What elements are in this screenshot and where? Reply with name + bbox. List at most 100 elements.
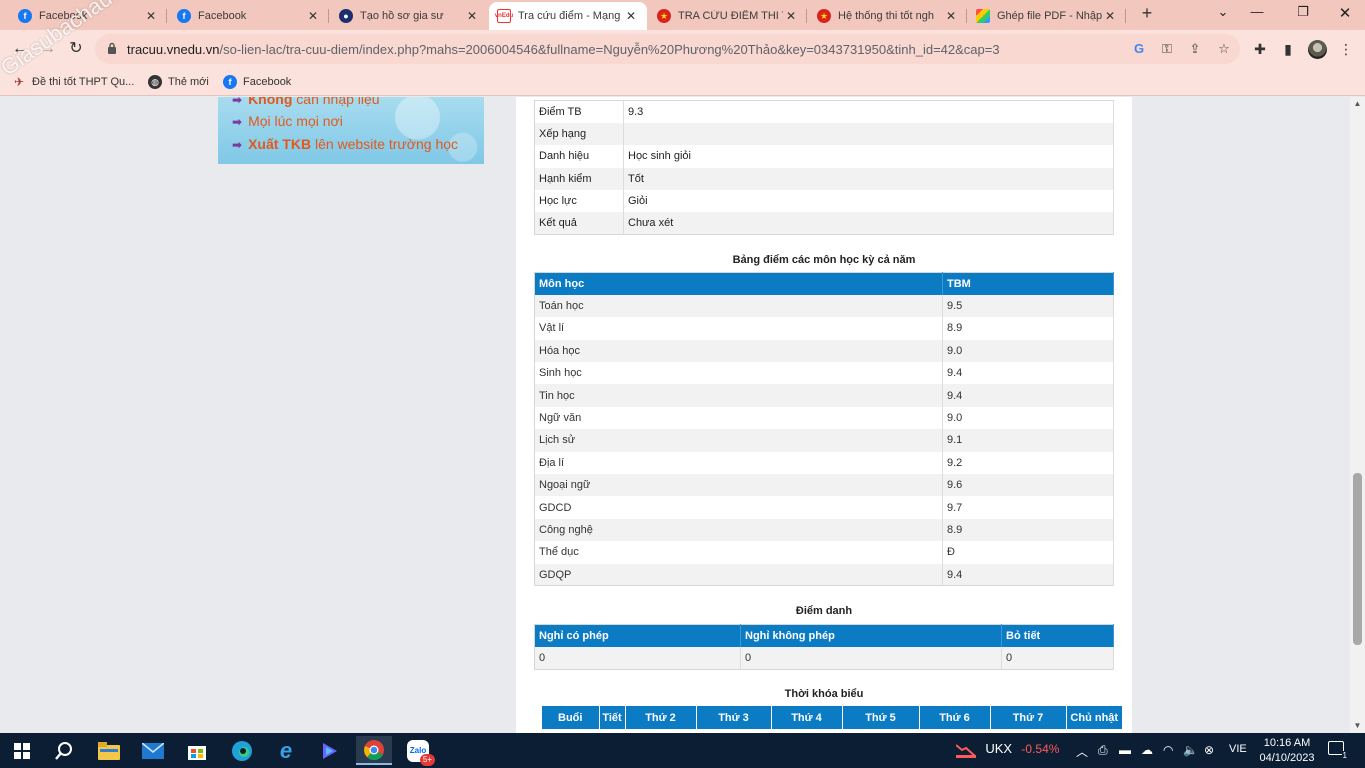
close-icon[interactable]: ✕ [783, 9, 799, 23]
notifications-icon[interactable]: 1 [1328, 741, 1348, 760]
search-icon[interactable] [46, 736, 82, 765]
bookmark-star-icon[interactable]: ☆ [1216, 41, 1232, 57]
attendance-header: Nghỉ có phép [534, 624, 741, 647]
show-hidden-icons-chevron-icon[interactable]: ︿ [1076, 743, 1088, 760]
system-clock[interactable]: 10:16 AM 04/10/2023 [1252, 736, 1322, 766]
restore-button[interactable]: ❐ [1288, 4, 1318, 26]
timetable-header: Thứ 4 [771, 706, 843, 729]
close-icon[interactable]: ✕ [1102, 9, 1118, 23]
arrow-icon: ➡ [232, 97, 243, 107]
emblem-icon: ★ [817, 9, 831, 23]
bookmark-de-thi[interactable]: ✈ Đề thi tốt THPT Qu... [12, 74, 134, 90]
mail-icon[interactable] [135, 736, 171, 765]
table-row: 0 0 0 [534, 646, 1114, 670]
tab-he-thong-thi[interactable]: ★ Hệ thống thi tốt ngh ✕ [809, 2, 967, 30]
tab-ghep-pdf[interactable]: Ghép file PDF - Nhập ✕ [968, 2, 1126, 30]
scroll-up-icon[interactable]: ▲ [1350, 97, 1365, 111]
subject-score: 9.2 [942, 451, 1114, 475]
table-row: Danh hiệu Học sinh giỏi [534, 145, 1114, 168]
file-explorer-icon[interactable] [91, 736, 127, 765]
table-row: Xếp hạng [534, 122, 1114, 146]
new-tab-button[interactable]: + [1136, 3, 1158, 27]
close-icon[interactable]: ✕ [943, 9, 959, 23]
grades-table: Môn học TBM Toán học 9.5 Vật lí 8.9 Hóa họ… [534, 272, 1114, 587]
copilot-icon[interactable] [312, 736, 348, 765]
subject-name: Ngữ văn [534, 406, 943, 430]
google-lens-icon[interactable]: G [1131, 41, 1147, 57]
arrow-icon: ➡ [232, 138, 243, 152]
banner-line: ➡ Không cần nhập liệu [232, 97, 380, 107]
table-row: Ngoại ngữ 9.6 [534, 474, 1114, 497]
key-icon[interactable]: ⚿ [1159, 41, 1175, 57]
address-bar[interactable]: tracuu.vnedu.vn/so-lien-lac/tra-cuu-diem… [95, 34, 1240, 64]
table-row: Tin học 9.4 [534, 384, 1114, 407]
close-icon[interactable]: ✕ [305, 9, 321, 23]
attendance-title: Điểm danh [795, 605, 853, 617]
close-icon[interactable]: ✕ [623, 9, 639, 23]
subject-name: Công nghệ [534, 518, 943, 542]
globe-icon: ◍ [148, 75, 162, 89]
summary-label: Hạnh kiểm [534, 167, 624, 191]
tab-facebook-2[interactable]: f Facebook ✕ [169, 2, 329, 30]
summary-label: Điểm TB [534, 100, 624, 123]
subject-name: GDCD [534, 496, 943, 519]
scroll-down-icon[interactable]: ▼ [1350, 719, 1365, 733]
timetable-header: Chủ nhật [1066, 706, 1123, 729]
cloud-icon[interactable]: ☁ [1141, 743, 1153, 757]
tab-tao-ho-so[interactable]: ● Tạo hồ sơ gia sư ✕ [331, 2, 488, 30]
edge-icon[interactable] [224, 736, 260, 765]
lock-icon[interactable] [107, 42, 117, 54]
table-row: Hóa học 9.0 [534, 339, 1114, 363]
reload-button[interactable]: ↻ [65, 38, 87, 60]
scrollbar-thumb[interactable] [1353, 473, 1362, 645]
close-icon[interactable]: ✕ [143, 9, 159, 23]
zalo-icon[interactable]: Zalo 5+ [400, 736, 436, 766]
subject-score: 9.5 [942, 294, 1114, 318]
share-icon[interactable]: ⇪ [1187, 41, 1203, 57]
subject-name: Thể dục [534, 541, 943, 564]
subject-score: 9.1 [942, 429, 1114, 452]
subject-score: 9.4 [942, 384, 1114, 407]
status-x-icon[interactable]: ⊗ [1204, 743, 1214, 757]
tab-search-chevron-icon[interactable]: ⌄ [1208, 4, 1238, 26]
store-icon[interactable] [179, 736, 215, 765]
summary-value: Tốt [623, 167, 1114, 191]
internet-explorer-icon[interactable]: e [268, 736, 304, 765]
site-icon: ● [339, 9, 353, 23]
table-row: Toán học 9.5 [534, 294, 1114, 318]
subject-score: Đ [942, 541, 1114, 564]
tab-label: Tra cứu điểm - Mạng [518, 10, 621, 22]
menu-icon[interactable]: ⋮ [1336, 39, 1356, 59]
vnedu-ad-banner[interactable]: ➡ Không cần nhập liệu ➡ Mọi lúc mọi nơi ➡ X… [218, 97, 484, 164]
volume-icon[interactable]: 🔈 [1183, 743, 1198, 757]
stock-widget[interactable]: UKX -0.54% [955, 741, 1059, 758]
profile-avatar[interactable] [1308, 40, 1327, 59]
banner-line: ➡ Xuất TKB lên website trường học [232, 136, 459, 152]
url-domain: tracuu.vnedu.vn [127, 42, 220, 57]
device-icon[interactable]: ⎙ [1098, 743, 1108, 758]
table-row: Vật lí 8.9 [534, 317, 1114, 340]
side-panel-icon[interactable]: ▮ [1278, 39, 1298, 59]
page-scrollbar[interactable]: ▲ ▼ [1350, 97, 1365, 733]
table-row: Sinh học 9.4 [534, 362, 1114, 385]
windows-start-icon[interactable] [4, 736, 40, 765]
facebook-icon: f [18, 9, 32, 23]
close-icon[interactable]: ✕ [464, 9, 480, 23]
tab-tra-cuu-diem[interactable]: vnEdu Tra cứu điểm - Mạng ✕ [489, 2, 647, 30]
battery-icon[interactable]: ▬ [1119, 743, 1131, 757]
zalo-badge: 5+ [419, 753, 435, 766]
url-text[interactable]: tracuu.vnedu.vn/so-lien-lac/tra-cuu-diem… [127, 42, 1000, 57]
tab-tra-cuu-diem-thi[interactable]: ★ TRA CỨU ĐIỂM THI T ✕ [649, 2, 807, 30]
bookmark-the-moi[interactable]: ◍ Thẻ mới [148, 74, 209, 90]
extensions-icon[interactable]: ✚ [1250, 39, 1270, 59]
close-window-button[interactable]: ✕ [1330, 4, 1360, 26]
bookmark-facebook[interactable]: f Facebook [223, 74, 291, 90]
wifi-icon[interactable]: ◠ [1163, 743, 1173, 757]
chrome-icon[interactable] [356, 736, 392, 765]
tab-label: Tạo hồ sơ gia sư [360, 10, 444, 22]
minimize-button[interactable]: — [1242, 4, 1272, 26]
summary-value [623, 122, 1114, 146]
tab-label: TRA CỨU ĐIỂM THI T [678, 10, 783, 22]
input-language[interactable]: VIE [1229, 743, 1247, 755]
main-content: Điểm TB 9.3 Xếp hạng Danh hiệu Học sinh gi… [516, 97, 1132, 733]
